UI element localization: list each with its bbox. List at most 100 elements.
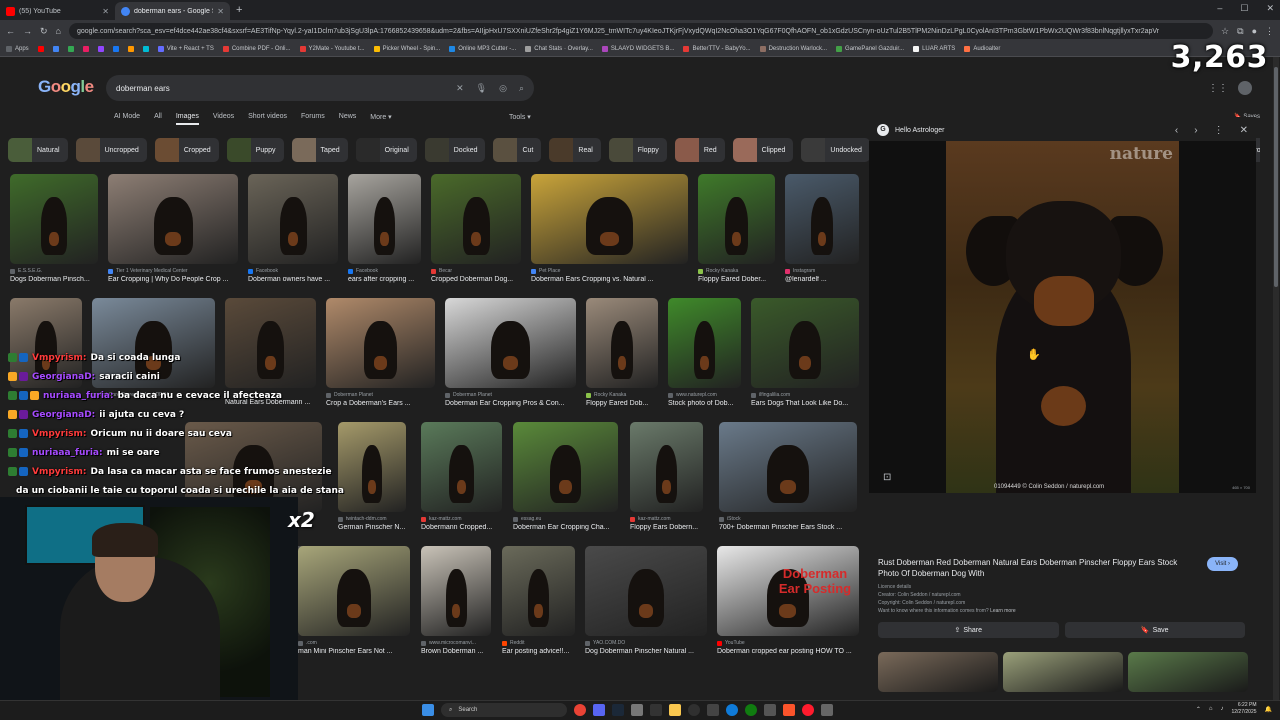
bookmark-item[interactable]: GamePanel Gazduir... <box>836 46 904 52</box>
tools-button[interactable]: Tools ▾ <box>509 113 531 121</box>
image-result[interactable]: kaz-mattz.com Dobermann Cropped... <box>421 422 502 531</box>
nav-tab[interactable]: News <box>339 113 357 125</box>
nav-tab[interactable]: All <box>154 113 162 125</box>
result-thumbnail[interactable] <box>431 174 521 264</box>
image-result[interactable]: www.naturepl.com Stock photo of Dob... <box>668 298 741 407</box>
bookmark-item[interactable] <box>52 46 59 52</box>
result-source[interactable]: Rocky Kanaka <box>698 268 775 274</box>
bookmark-item[interactable]: Picker Wheel - Spin... <box>373 46 440 52</box>
result-caption[interactable]: Floppy Eared Dob... <box>586 400 658 407</box>
result-source[interactable]: .com <box>298 640 410 646</box>
image-result[interactable]: kaz-mattz.com Floppy Ears Dobern... <box>630 422 703 531</box>
image-result[interactable]: Becar Cropped Doberman Dog... <box>431 174 521 283</box>
source-name[interactable]: Hello Astrologer <box>895 127 944 134</box>
learn-more-link[interactable]: Learn more <box>990 608 1016 614</box>
result-source[interactable]: Rocky Kanaka <box>586 392 658 398</box>
xbox-icon[interactable] <box>745 704 757 716</box>
result-source[interactable]: Facebook <box>248 268 338 274</box>
bookmark-item[interactable] <box>82 46 89 52</box>
filter-chip[interactable]: Floppy <box>608 138 667 162</box>
result-source[interactable]: Becar <box>431 268 521 274</box>
maximize-button[interactable]: ☐ <box>1240 3 1248 14</box>
reload-icon[interactable]: ↻ <box>40 26 48 37</box>
bookmark-item[interactable]: Combine PDF - Onli... <box>222 46 291 52</box>
star-icon[interactable]: ☆ <box>1221 26 1229 37</box>
result-thumbnail[interactable] <box>719 422 857 512</box>
image-result[interactable]: Pet Place Doberman Ears Cropping vs. Natu… <box>531 174 688 283</box>
close-icon[interactable]: ✕ <box>1240 125 1248 136</box>
result-thumbnail[interactable] <box>531 174 688 264</box>
brave-icon[interactable] <box>783 704 795 716</box>
result-caption[interactable]: Dogs Doberman Pinsch... <box>10 276 98 283</box>
close-window-button[interactable]: ✕ <box>1266 3 1274 14</box>
profile-icon[interactable]: ● <box>1252 26 1257 36</box>
volume-icon[interactable]: ♪ <box>1220 706 1223 712</box>
result-source[interactable]: Instagram <box>785 268 859 274</box>
folder-icon[interactable] <box>669 704 681 716</box>
microphone-icon[interactable]: 🎙 <box>476 83 487 94</box>
scrollbar-thumb[interactable] <box>1274 67 1278 287</box>
next-icon[interactable]: › <box>1194 125 1197 136</box>
result-caption[interactable]: Ears Dogs That Look Like Do... <box>751 400 859 407</box>
result-thumbnail[interactable] <box>585 546 707 636</box>
nav-tab[interactable]: Images <box>175 113 199 125</box>
image-result[interactable]: Instagram @lenardelf ... <box>785 174 859 283</box>
tab-google-search[interactable]: doberman ears - Google Search ✕ <box>115 2 230 20</box>
image-result[interactable]: Doberman Planet Doberman Ear Cropping Pro… <box>445 298 576 407</box>
bookmark-item[interactable] <box>67 46 74 52</box>
bookmark-item[interactable]: Online MP3 Cutter -... <box>449 46 516 52</box>
forward-icon[interactable]: → <box>23 26 32 36</box>
home-icon[interactable]: ⌂ <box>56 26 61 36</box>
search-icon[interactable]: ⌕ <box>519 83 524 94</box>
more-options-icon[interactable]: ⋮ <box>1214 125 1224 136</box>
lens-search-icon[interactable]: ⊡ <box>883 472 891 483</box>
filter-chip[interactable]: Puppy <box>226 138 284 162</box>
result-source[interactable]: essag.eu <box>513 516 618 522</box>
result-thumbnail[interactable] <box>10 174 98 264</box>
search-box[interactable]: doberman ears ✕ 🎙 ◎ ⌕ <box>106 75 534 101</box>
apps-grid-icon[interactable]: ⋮⋮ <box>1208 83 1228 94</box>
filter-chip[interactable]: Cut <box>493 138 542 162</box>
result-thumbnail[interactable] <box>513 422 618 512</box>
result-source[interactable]: kaz-mattz.com <box>421 516 502 522</box>
image-result[interactable]: E.S.S.E.G. Dogs Doberman Pinsch... <box>10 174 98 283</box>
new-tab-button[interactable]: + <box>230 4 248 16</box>
result-thumbnail[interactable] <box>502 546 575 636</box>
url-input[interactable]: google.com/search?sca_esv=ef4dce442ae38c… <box>68 23 1214 39</box>
visit-button[interactable]: Visit › <box>1207 557 1238 571</box>
result-thumbnail[interactable] <box>630 422 703 512</box>
result-caption[interactable]: Floppy Ears Dobern... <box>630 524 703 531</box>
obs-icon[interactable] <box>688 704 700 716</box>
filter-chip[interactable]: Original <box>355 138 417 162</box>
result-thumbnail[interactable] <box>445 298 576 388</box>
save-button[interactable]: 🔖 Save <box>1064 622 1245 638</box>
filter-chip[interactable]: Red <box>674 138 725 162</box>
result-caption[interactable]: Doberman Ear Cropping Pros & Con... <box>445 400 576 407</box>
result-thumbnail[interactable] <box>698 174 775 264</box>
result-caption[interactable]: Doberman Ears Cropping vs. Natural ... <box>531 276 688 283</box>
result-source[interactable]: YouTube <box>717 640 859 646</box>
minimize-button[interactable]: – <box>1217 3 1222 14</box>
result-caption[interactable]: German Pinscher N... <box>338 524 406 531</box>
avatar[interactable] <box>1238 81 1252 95</box>
close-icon[interactable]: ✕ <box>102 7 109 16</box>
page-scrollbar[interactable] <box>1273 57 1279 700</box>
result-source[interactable]: www.microcomanvi... <box>421 640 491 646</box>
edge-icon[interactable] <box>726 704 738 716</box>
bookmark-item[interactable]: SLAAYD WIDGETS B... <box>601 46 674 52</box>
app-icon[interactable] <box>631 704 643 716</box>
result-thumbnail[interactable] <box>421 546 491 636</box>
taskbar-search[interactable]: ⌕ Search <box>441 703 567 717</box>
result-source[interactable]: Pet Place <box>531 268 688 274</box>
calculator-icon[interactable] <box>821 704 833 716</box>
steam-icon[interactable] <box>612 704 624 716</box>
nav-tab[interactable]: More ▾ <box>370 113 391 125</box>
image-result[interactable]: twintach-ddm.com German Pinscher N... <box>338 422 406 531</box>
capcut-icon[interactable] <box>707 704 719 716</box>
filter-chip[interactable]: Cropped <box>154 138 219 162</box>
image-result[interactable]: .com man Mini Pinscher Ears Not ... <box>298 546 410 655</box>
image-result[interactable]: essag.eu Doberman Ear Cropping Cha... <box>513 422 618 531</box>
nav-tab[interactable]: Short videos <box>248 113 287 125</box>
discord-icon[interactable] <box>593 704 605 716</box>
preview-image[interactable]: nature 01094449 © Colin Seddon / naturep… <box>946 141 1179 493</box>
